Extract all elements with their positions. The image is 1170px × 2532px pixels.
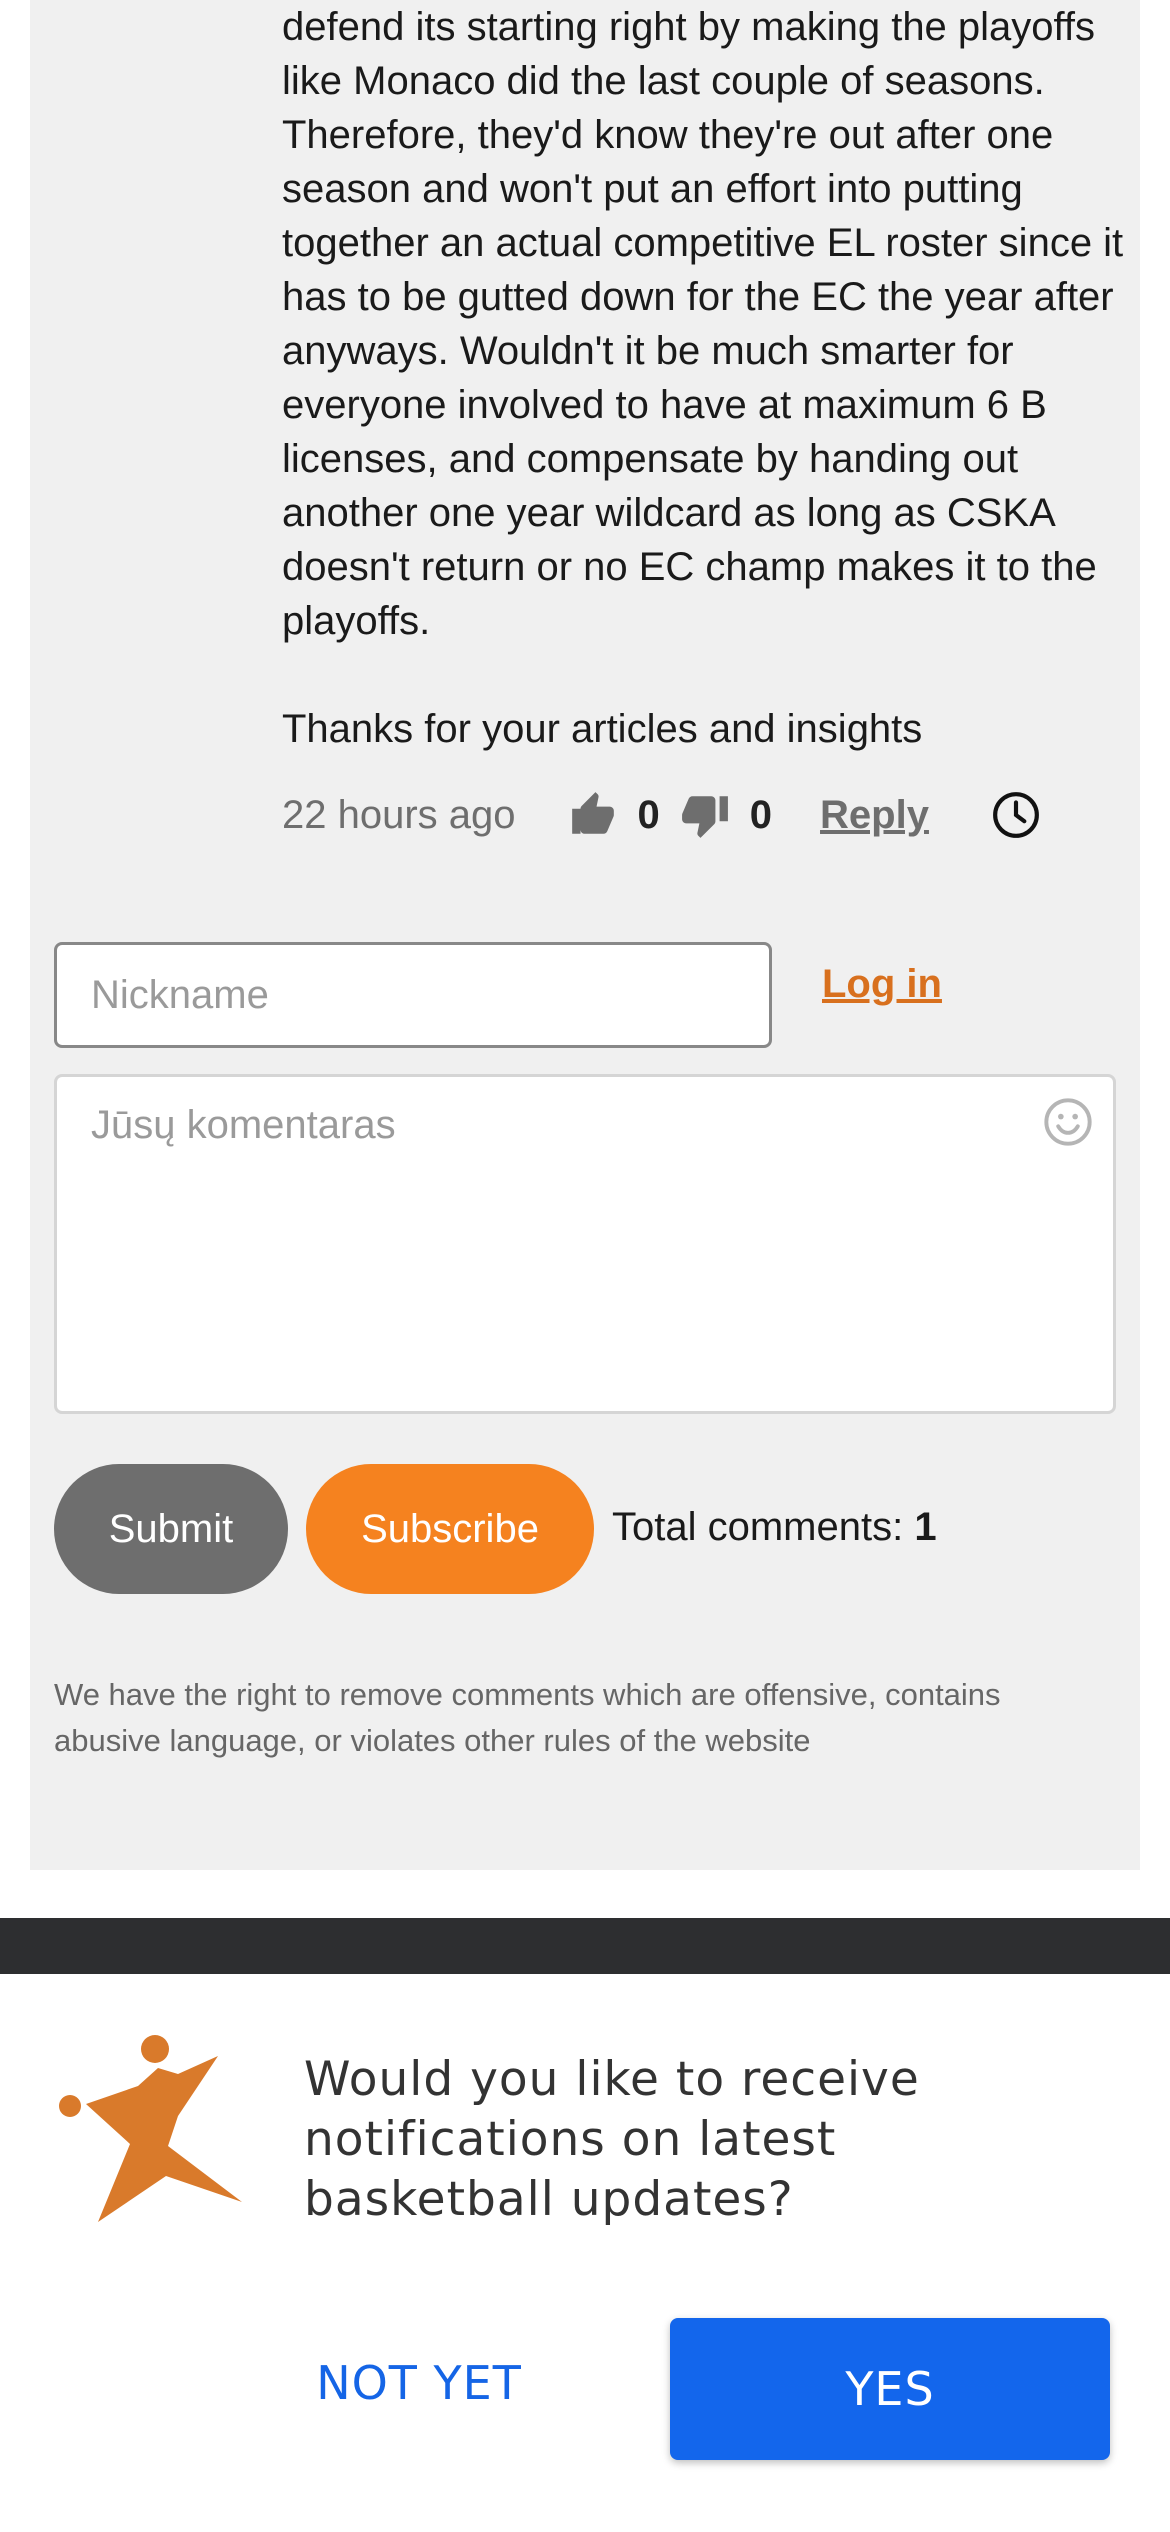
smiley-icon[interactable] [1042,1096,1094,1148]
reply-link[interactable]: Reply [820,793,929,838]
total-comments-count: 1 [914,1505,937,1549]
login-link[interactable]: Log in [822,962,942,1007]
total-comments-label: Total comments: [612,1505,904,1549]
total-comments: Total comments: 1 [612,1505,937,1550]
downvote-count: 0 [749,792,773,837]
notification-prompt: Would you like to receive notifications … [0,1974,1170,2532]
comment-body: defend its starting right by making the … [282,0,1152,756]
clock-icon[interactable] [991,790,1041,840]
subscribe-button[interactable]: Subscribe [306,1464,594,1594]
not-yet-button[interactable]: NOT YET [244,2318,594,2448]
thumbs-down-icon[interactable] [680,790,730,840]
comment-meta: 22 hours ago 0 0 Reply [282,780,1041,850]
thumbs-up-icon[interactable] [568,790,618,840]
yes-button[interactable]: YES [670,2318,1110,2460]
comments-disclaimer: We have the right to remove comments whi… [54,1677,1001,1758]
basketball-player-logo [59,2035,242,2222]
notification-message: Would you like to receive notifications … [304,2052,920,2227]
comment-textarea[interactable] [54,1074,1116,1414]
comment-time: 22 hours ago [282,792,516,837]
upvote-count: 0 [637,792,660,837]
comment-paragraph: Thanks for your articles and insights [282,707,923,751]
nickname-input[interactable] [54,942,772,1048]
footer-bar [0,1918,1170,1974]
submit-button[interactable]: Submit [54,1464,288,1594]
comment-paragraph: defend its starting right by making the … [282,5,1124,643]
